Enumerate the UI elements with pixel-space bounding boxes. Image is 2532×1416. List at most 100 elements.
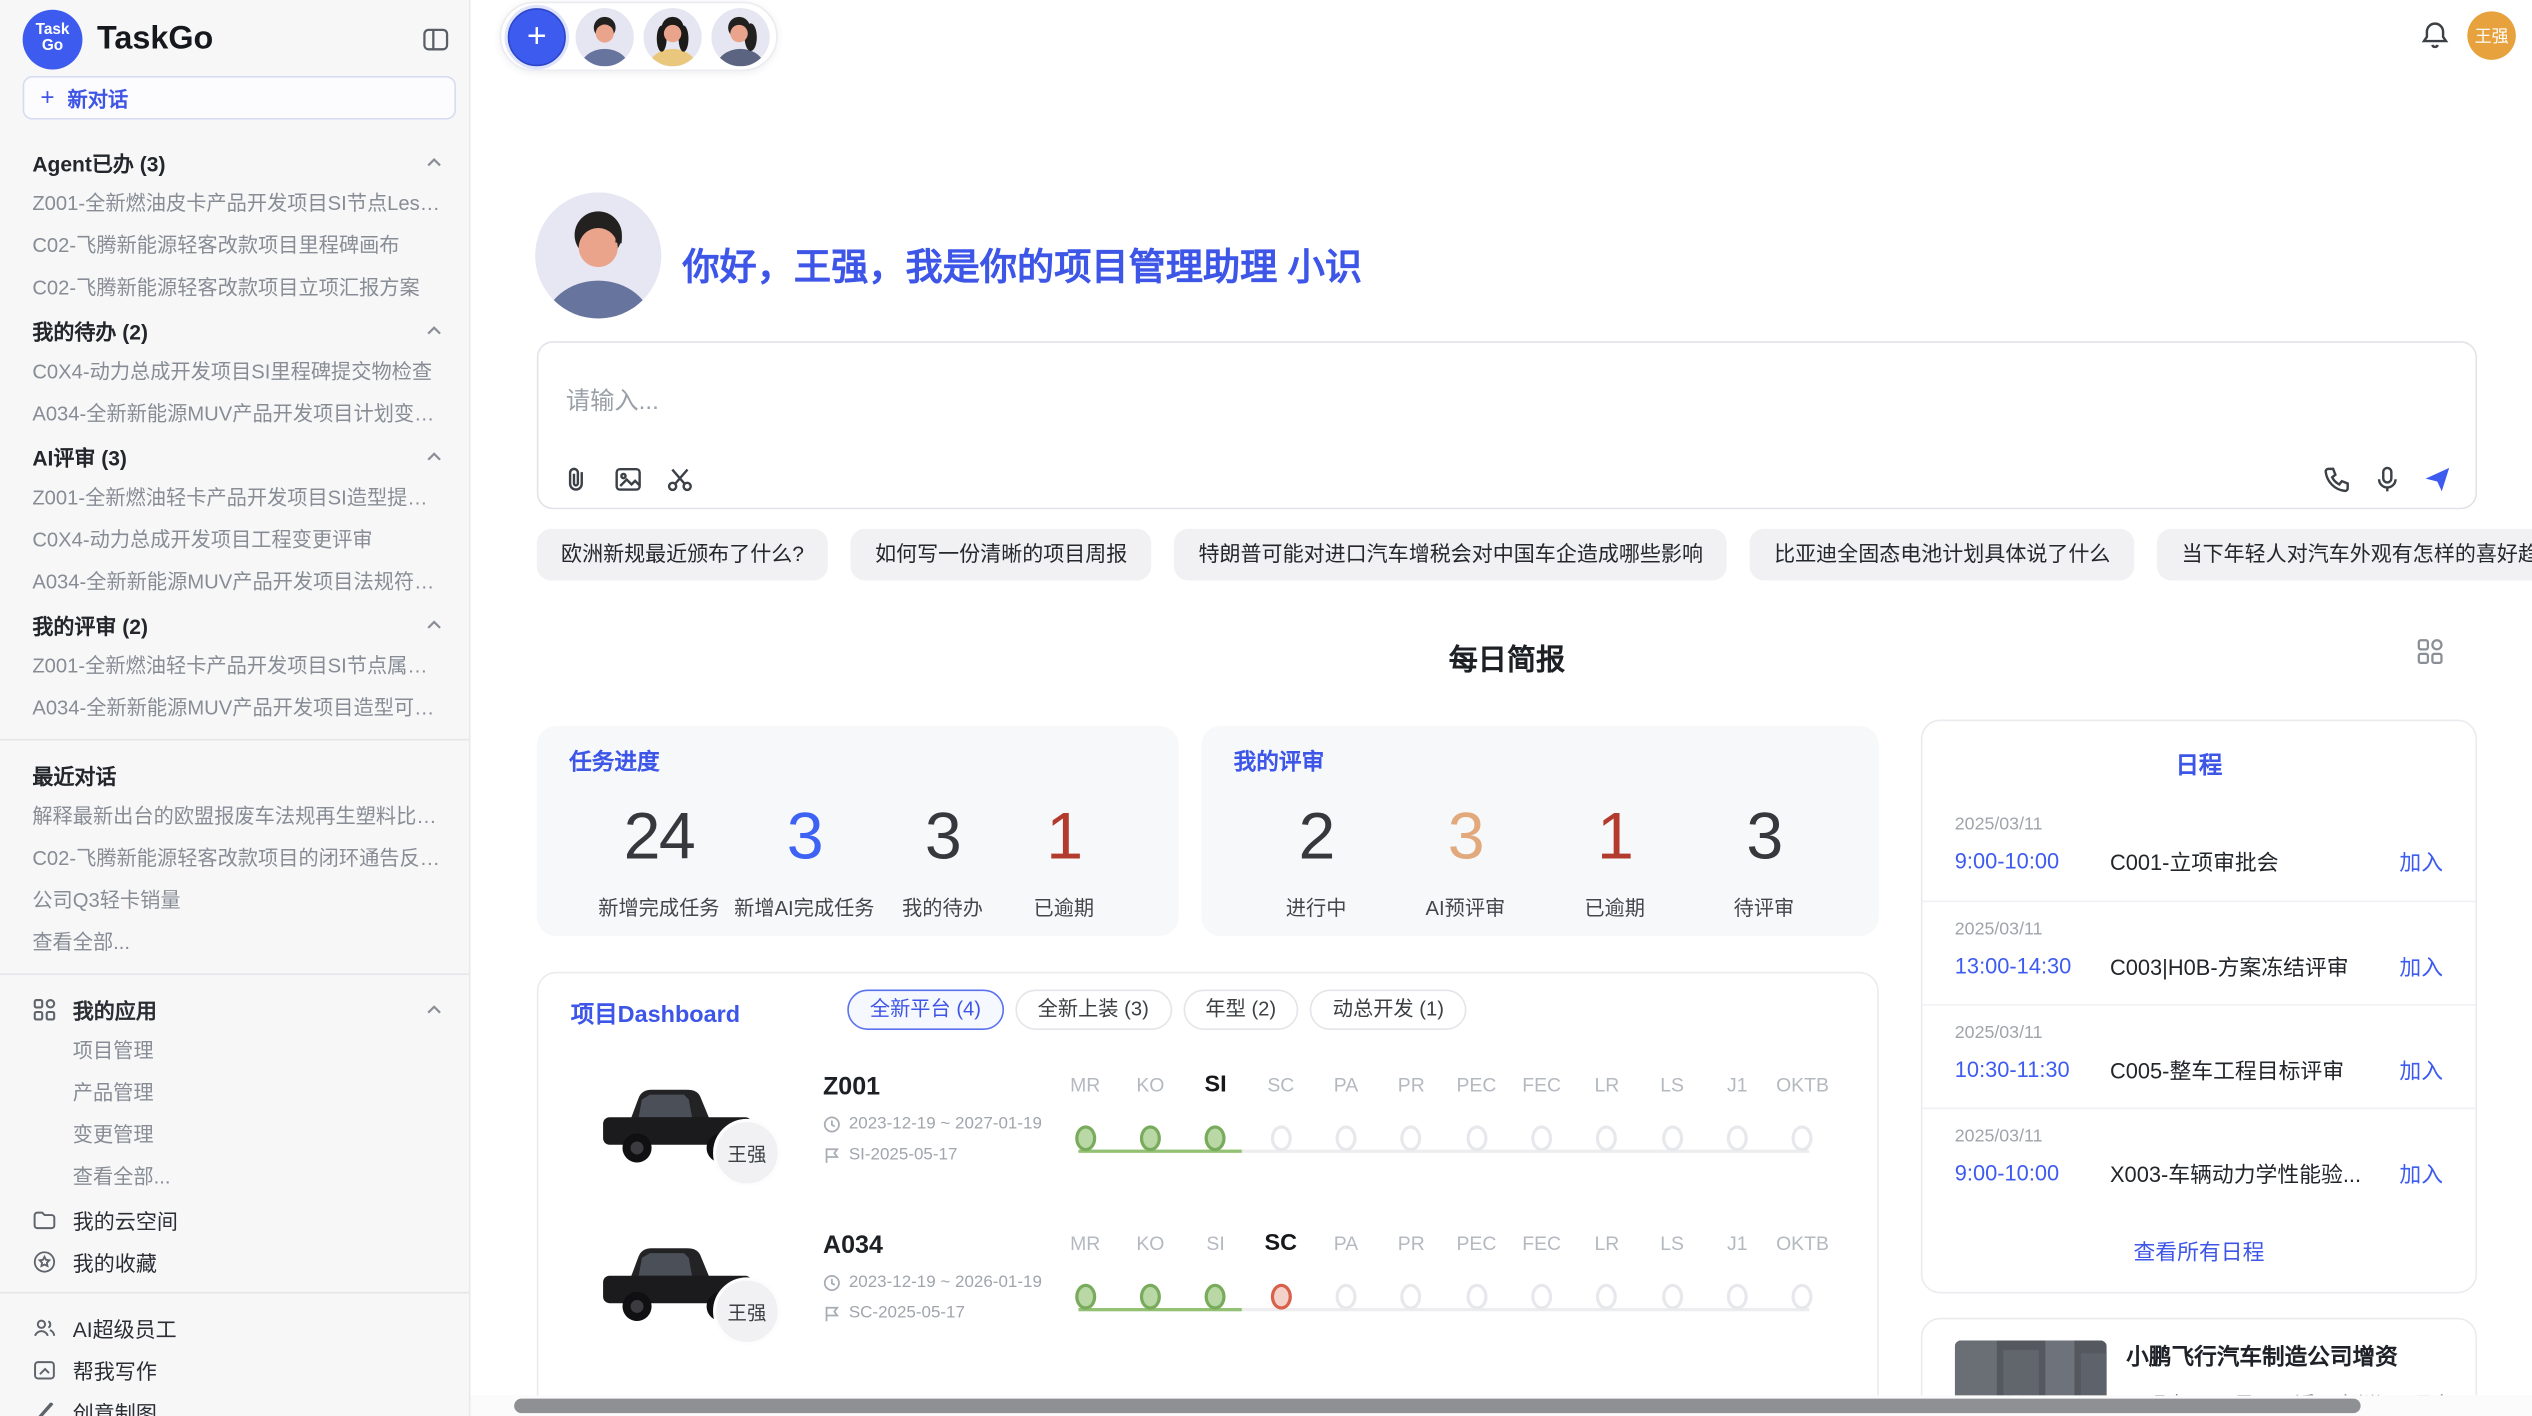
sidebar-item[interactable]: C02-飞腾新能源轻客改款项目里程碑画布: [0, 225, 469, 267]
view-all-schedule-link[interactable]: 查看所有日程: [1922, 1234, 2475, 1266]
clock-icon: [823, 1115, 841, 1133]
suggestion-chip[interactable]: 当下年轻人对汽车外观有怎样的喜好趋势: [2157, 529, 2532, 581]
milestone-label: FEC: [1522, 1213, 1561, 1274]
milestone-label: MR: [1070, 1213, 1100, 1274]
schedule-item[interactable]: 2025/03/11 9:00-10:00 X003-车辆动力学性能验... 加…: [1922, 1108, 2475, 1211]
new-chat-button[interactable]: + 新对话: [23, 76, 456, 120]
assistant-avatar-3[interactable]: [711, 7, 769, 65]
stat: 3 待评审: [1711, 800, 1818, 921]
schedule-item[interactable]: 2025/03/11 13:00-14:30 C003|H0B-方案冻结评审 加…: [1922, 901, 2475, 1004]
sidebar-section-my-review[interactable]: 我的评审 (2): [0, 603, 469, 645]
sidebar-item-project-mgmt[interactable]: 项目管理: [0, 1030, 469, 1072]
sidebar-item-cloud-space[interactable]: 我的云空间: [0, 1198, 469, 1240]
milestone: PA: [1313, 1054, 1378, 1193]
filter-pill[interactable]: 全新上装 (3): [1015, 990, 1171, 1030]
schedule-event-title: C003|H0B-方案冻结评审: [2110, 949, 2386, 981]
project-row-a034[interactable]: 王强 A034 2023-12-19 ~ 2026-01-19 SC-2025-…: [538, 1203, 1877, 1365]
filter-pill[interactable]: 年型 (2): [1183, 990, 1299, 1030]
milestone: J1: [1705, 1054, 1770, 1193]
suggestion-chip[interactable]: 特朗普可能对进口汽车增税会对中国车企造成哪些影响: [1174, 529, 1727, 581]
milestone-dot: [1270, 1125, 1291, 1151]
sidebar-section-my-todo[interactable]: 我的待办 (2): [0, 309, 469, 351]
sidebar-item-help-write[interactable]: 帮我写作: [0, 1348, 469, 1390]
my-apps-label: 我的应用: [73, 994, 409, 1025]
schedule-item[interactable]: 2025/03/11 10:30-11:30 C005-整车工程目标评审 加入: [1922, 1004, 2475, 1107]
greeting-text: 你好，王强，我是你的项目管理助理 小识: [682, 236, 1362, 291]
help-write-label: 帮我写作: [73, 1354, 443, 1385]
sidebar-item[interactable]: C0X4-动力总成开发项目工程变更评审: [0, 519, 469, 561]
suggestion-chip[interactable]: 如何写一份清晰的项目周报: [851, 529, 1152, 581]
milestone-label: PA: [1334, 1054, 1358, 1115]
sidebar-section-ai-review[interactable]: AI评审 (3): [0, 435, 469, 477]
horizontal-scrollbar-thumb[interactable]: [514, 1399, 2360, 1414]
attachment-icon[interactable]: [561, 464, 592, 495]
filter-pill[interactable]: 动总开发 (1): [1310, 990, 1466, 1030]
sidebar-item[interactable]: A034-全新新能源MUV产品开发项目造型可行性评审: [0, 687, 469, 729]
phone-icon[interactable]: [2322, 464, 2353, 495]
milestone: SC: [1248, 1213, 1313, 1352]
sidebar-item[interactable]: C02-飞腾新能源轻客改款项目立项汇报方案: [0, 267, 469, 309]
sidebar-view-all-chats[interactable]: 查看全部...: [0, 922, 469, 964]
milestone: J1: [1705, 1213, 1770, 1352]
suggestion-chip[interactable]: 欧洲新规最近颁布了什么?: [537, 529, 828, 581]
stat-label: AI预评审: [1426, 891, 1506, 922]
sidebar-view-all-apps[interactable]: 查看全部...: [0, 1156, 469, 1198]
sidebar-item[interactable]: Z001-全新燃油轻卡产品开发项目SI节点属性5D文件评审: [0, 645, 469, 687]
sidebar-item[interactable]: 解释最新出台的欧盟报废车法规再生塑料比例被调至15%...: [0, 795, 469, 837]
milestone: MR: [1053, 1054, 1118, 1193]
microphone-icon[interactable]: [2372, 464, 2403, 495]
layout-grid-icon[interactable]: [2416, 637, 2445, 666]
suggestion-chip[interactable]: 比亚迪全固态电池计划具体说了什么: [1750, 529, 2135, 581]
schedule-item[interactable]: 2025/03/11 9:00-10:00 C001-立项审批会 加入: [1922, 797, 2475, 900]
sidebar-item[interactable]: C02-飞腾新能源轻客改款项目的闭环通告反馈情况: [0, 838, 469, 880]
sidebar-item-product-mgmt[interactable]: 产品管理: [0, 1072, 469, 1114]
sidebar-item[interactable]: Z001-全新燃油轻卡产品开发项目SI造型提交物评审: [0, 477, 469, 519]
notification-bell-icon[interactable]: [2419, 19, 2451, 51]
send-icon[interactable]: [2422, 464, 2453, 495]
join-link[interactable]: 加入: [2399, 844, 2443, 876]
scissors-icon[interactable]: [665, 464, 696, 495]
milestone-dot: [1466, 1125, 1487, 1151]
card-title: 我的评审: [1234, 745, 1847, 777]
join-link[interactable]: 加入: [2399, 1053, 2443, 1085]
milestone: FEC: [1509, 1054, 1574, 1193]
join-link[interactable]: 加入: [2399, 1156, 2443, 1188]
milestone-label: OKTB: [1776, 1054, 1829, 1115]
stat-row: 2 进行中 3 AI预评审 1 已逾期 3 待评审: [1234, 800, 1847, 921]
sidebar-section-agent-done[interactable]: Agent已办 (3): [0, 141, 469, 183]
milestone: PEC: [1444, 1213, 1509, 1352]
sidebar-item[interactable]: C0X4-动力总成开发项目SI里程碑提交物检查: [0, 351, 469, 393]
stat: 2 进行中: [1263, 800, 1370, 921]
sidebar-section-recent[interactable]: 最近对话: [0, 753, 469, 795]
add-assistant-button[interactable]: +: [508, 7, 566, 65]
input-tools-left: [561, 464, 695, 495]
chevron-up-icon: [425, 1000, 443, 1018]
sidebar-item-my-apps[interactable]: 我的应用: [0, 988, 469, 1030]
milestone-label: SC: [1267, 1054, 1294, 1115]
assistant-avatar-2[interactable]: [644, 7, 702, 65]
filter-pill[interactable]: 全新平台 (4): [847, 990, 1003, 1030]
user-avatar[interactable]: 王强: [2467, 11, 2516, 60]
suggestion-chips: 欧洲新规最近颁布了什么? 如何写一份清晰的项目周报 特朗普可能对进口汽车增税会对…: [537, 529, 2532, 581]
sidebar-item[interactable]: A034-全新新能源MUV产品开发项目计划变更表编写: [0, 393, 469, 435]
sidebar-item[interactable]: 公司Q3轻卡销量: [0, 880, 469, 922]
milestone-dot: [1336, 1125, 1357, 1151]
join-link[interactable]: 加入: [2399, 949, 2443, 981]
image-icon[interactable]: [613, 464, 644, 495]
flag-icon: [823, 1146, 841, 1164]
milestone: SI: [1183, 1213, 1248, 1352]
flag-icon: [823, 1304, 841, 1322]
sidebar-item[interactable]: Z001-全新燃油皮卡产品开发项目SI节点Lesson Learn报告: [0, 183, 469, 225]
sidebar-item-change-mgmt[interactable]: 变更管理: [0, 1114, 469, 1156]
sidebar-item[interactable]: A034-全新新能源MUV产品开发项目法规符合性评审: [0, 561, 469, 603]
milestone-label: J1: [1727, 1054, 1748, 1115]
stat-value: 2: [1298, 800, 1333, 871]
sidebar-item-favorites[interactable]: 我的收藏: [0, 1240, 469, 1282]
stat-label: 待评审: [1734, 891, 1795, 922]
chat-input[interactable]: [566, 388, 2448, 415]
sidebar-collapse-icon[interactable]: [422, 25, 449, 52]
sidebar-item-ai-staff[interactable]: AI超级员工: [0, 1306, 469, 1348]
assistant-avatar-1[interactable]: [576, 7, 634, 65]
project-row-z001[interactable]: 王强 Z001 2023-12-19 ~ 2027-01-19 SI-2025-…: [538, 1044, 1877, 1206]
sidebar-item-creative-draw[interactable]: 创意制图: [0, 1390, 469, 1416]
